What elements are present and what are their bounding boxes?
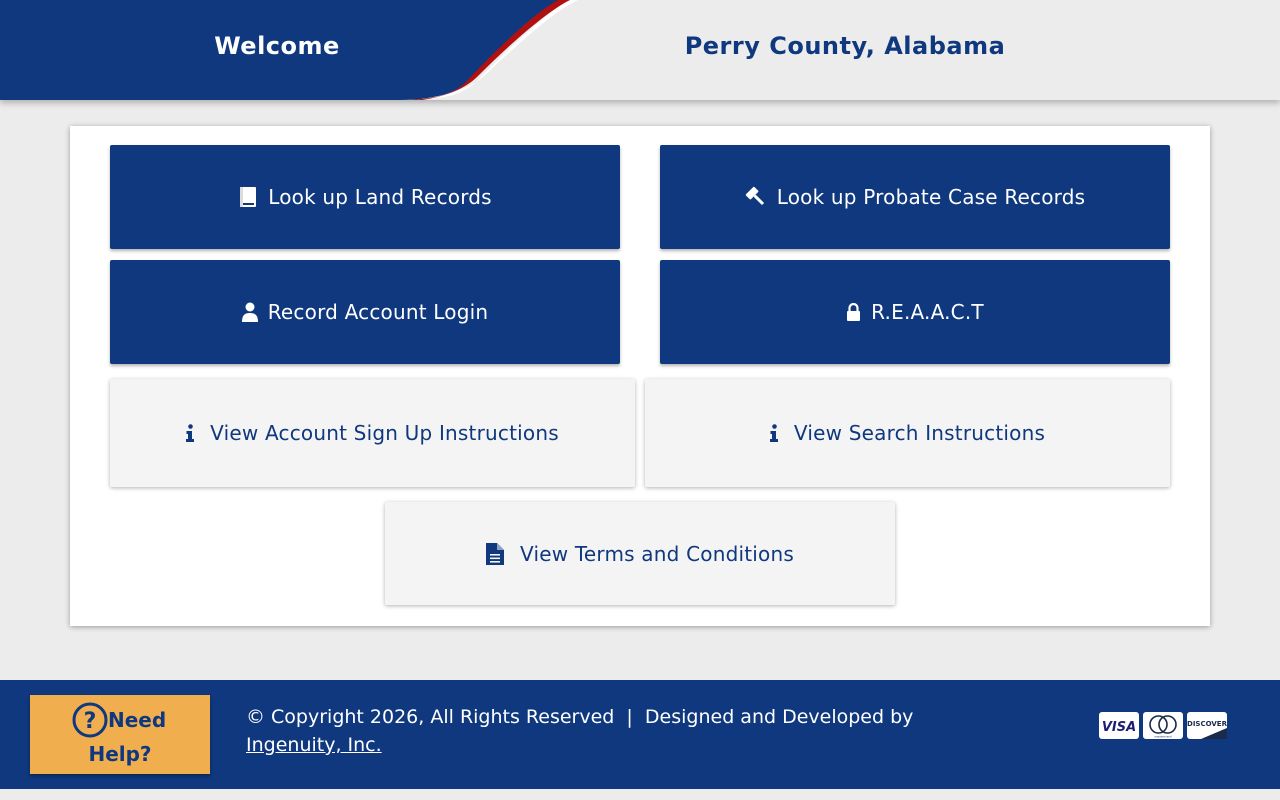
user-icon	[241, 302, 258, 322]
reaact-label: R.E.A.A.C.T	[871, 300, 984, 324]
discover-text: DISCOVER	[1187, 720, 1227, 728]
document-icon	[486, 542, 505, 565]
mastercard-text: mastercard	[1154, 735, 1171, 739]
developer-link[interactable]: Ingenuity, Inc.	[246, 734, 382, 756]
probate-records-button[interactable]: Look up Probate Case Records	[660, 145, 1170, 249]
payment-cards: VISA mastercard DISCOVER	[1099, 712, 1227, 739]
help-label-line1: Need	[108, 708, 167, 732]
help-label-line2: Help?	[88, 742, 152, 766]
terms-button[interactable]: View Terms and Conditions	[385, 502, 895, 605]
land-records-label: Look up Land Records	[268, 185, 492, 209]
question-circle-icon: ?	[72, 702, 108, 738]
visa-icon: VISA	[1099, 712, 1139, 739]
lock-icon	[847, 303, 861, 321]
book-icon	[240, 187, 257, 207]
signup-instructions-button[interactable]: View Account Sign Up Instructions	[110, 379, 635, 487]
welcome-title: Welcome	[214, 32, 340, 60]
signup-instructions-label: View Account Sign Up Instructions	[210, 421, 559, 445]
header-banner: Welcome Perry County, Alabama	[0, 0, 1280, 100]
copyright-text: © Copyright 2026, All Rights Reserved | …	[246, 703, 913, 759]
main-card: Look up Land Records Look up Probate Cas…	[70, 126, 1210, 626]
footer: ? Need Help? © Copyright 2026, All Right…	[0, 680, 1280, 789]
gavel-icon	[745, 186, 764, 205]
visa-text: VISA	[1102, 720, 1136, 735]
land-records-button[interactable]: Look up Land Records	[110, 145, 620, 249]
search-instructions-button[interactable]: View Search Instructions	[645, 379, 1170, 487]
info-icon	[769, 424, 778, 442]
county-title: Perry County, Alabama	[684, 32, 1006, 60]
terms-label: View Terms and Conditions	[520, 541, 794, 566]
discover-icon: DISCOVER	[1187, 712, 1227, 739]
mastercard-icon: mastercard	[1143, 712, 1183, 739]
probate-records-label: Look up Probate Case Records	[776, 185, 1086, 209]
account-login-button[interactable]: Record Account Login	[110, 260, 620, 364]
search-instructions-label: View Search Instructions	[793, 421, 1046, 445]
copyright-line: © Copyright 2026, All Rights Reserved | …	[246, 706, 914, 728]
reaact-button[interactable]: R.E.A.A.C.T	[660, 260, 1170, 364]
account-login-label: Record Account Login	[267, 300, 489, 324]
svg-text:?: ?	[84, 709, 97, 734]
need-help-button[interactable]: ? Need Help?	[30, 695, 210, 774]
info-icon	[186, 424, 195, 442]
